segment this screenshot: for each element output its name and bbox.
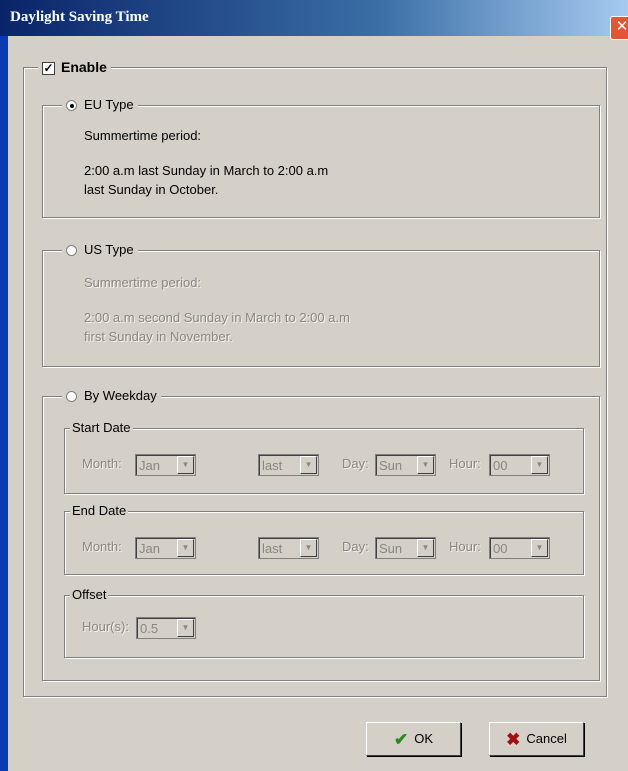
end-month-label: Month: xyxy=(82,539,122,554)
us-radio-icon xyxy=(66,245,77,257)
cancel-button[interactable]: ✖ Cancel xyxy=(489,722,584,756)
end-day-value: Sun xyxy=(379,541,403,556)
start-week-value: last xyxy=(262,458,283,473)
end-week-value: last xyxy=(262,541,283,556)
us-period-line1: 2:00 a.m second Sunday in March to 2:00 … xyxy=(84,310,350,325)
end-month-select[interactable]: Jan ▼ xyxy=(135,537,196,559)
title-bar: Daylight Saving Time ✕ xyxy=(0,0,628,40)
ok-button[interactable]: ✔ OK xyxy=(366,722,461,756)
eu-period-line2: last Sunday in October. xyxy=(84,182,219,197)
ok-label: OK xyxy=(414,731,434,746)
close-icon: ✕ xyxy=(615,18,628,35)
chevron-down-icon: ▼ xyxy=(177,539,194,557)
enable-label: Enable xyxy=(61,59,107,75)
chevron-down-icon: ▼ xyxy=(300,456,317,474)
by-weekday-radio[interactable]: By Weekday xyxy=(62,387,161,405)
us-type-radio[interactable]: US Type xyxy=(62,241,138,259)
window-left-border xyxy=(0,36,8,771)
start-hour-value: 00 xyxy=(493,458,508,473)
chevron-down-icon: ▼ xyxy=(177,619,194,637)
enable-checkbox[interactable]: ✓ Enable xyxy=(38,58,111,76)
start-day-value: Sun xyxy=(379,458,403,473)
chevron-down-icon: ▼ xyxy=(177,456,194,474)
offset-legend: Offset xyxy=(70,586,109,604)
chevron-down-icon: ▼ xyxy=(417,539,434,557)
end-hour-select[interactable]: 00 ▼ xyxy=(489,537,550,559)
start-month-select[interactable]: Jan ▼ xyxy=(135,454,196,476)
eu-type-label: EU Type xyxy=(84,97,134,112)
start-date-legend: Start Date xyxy=(70,419,133,437)
chevron-down-icon: ▼ xyxy=(417,456,434,474)
window-title: Daylight Saving Time xyxy=(10,9,149,25)
start-hour-label: Hour: xyxy=(449,456,481,471)
start-month-value: Jan xyxy=(139,458,160,473)
end-hour-label: Hour: xyxy=(449,539,481,554)
end-day-label: Day: xyxy=(342,539,369,554)
offset-hours-select[interactable]: 0.5 ▼ xyxy=(136,617,196,639)
end-hour-value: 00 xyxy=(493,541,508,556)
us-type-label: US Type xyxy=(84,242,134,257)
cancel-label: Cancel xyxy=(526,731,567,746)
start-day-label: Day: xyxy=(342,456,369,471)
offset-hours-label: Hour(s): xyxy=(82,619,129,634)
by-weekday-label: By Weekday xyxy=(84,388,157,403)
end-week-select[interactable]: last ▼ xyxy=(258,537,319,559)
daylight-saving-dialog: Daylight Saving Time ✕ ✓ Enable EU Type S… xyxy=(0,0,628,771)
x-icon: ✖ xyxy=(506,729,521,749)
us-period-label: Summertime period: xyxy=(84,275,202,290)
end-date-legend: End Date xyxy=(70,502,129,520)
checkmark-icon: ✔ xyxy=(393,729,409,749)
start-hour-select[interactable]: 00 ▼ xyxy=(489,454,550,476)
chevron-down-icon: ▼ xyxy=(531,456,548,474)
eu-period-label: Summertime period: xyxy=(84,128,202,143)
start-month-label: Month: xyxy=(82,456,122,471)
eu-type-radio[interactable]: EU Type xyxy=(62,96,138,114)
chevron-down-icon: ▼ xyxy=(300,539,317,557)
close-button[interactable]: ✕ xyxy=(610,16,628,40)
start-week-select[interactable]: last ▼ xyxy=(258,454,319,476)
start-day-select[interactable]: Sun ▼ xyxy=(375,454,436,476)
end-day-select[interactable]: Sun ▼ xyxy=(375,537,436,559)
chevron-down-icon: ▼ xyxy=(531,539,548,557)
offset-hours-value: 0.5 xyxy=(140,621,159,636)
us-period-line2: first Sunday in November. xyxy=(84,329,233,344)
eu-period-line1: 2:00 a.m last Sunday in March to 2:00 a.… xyxy=(84,163,329,178)
eu-radio-icon xyxy=(66,100,77,112)
end-month-value: Jan xyxy=(139,541,160,556)
enable-check-icon: ✓ xyxy=(42,60,55,75)
weekday-radio-icon xyxy=(66,391,77,403)
